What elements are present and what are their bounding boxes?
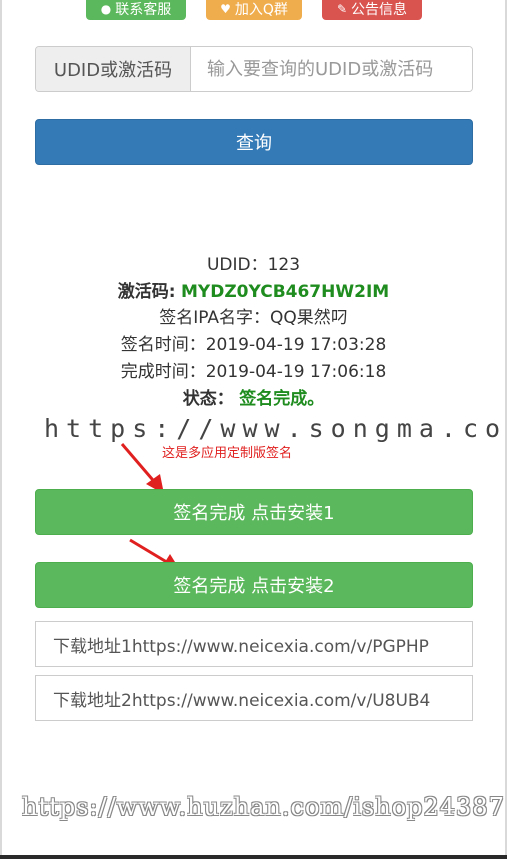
contact-service-label: 联系客服	[115, 2, 172, 18]
contact-service-button[interactable]: ● 联系客服	[86, 0, 186, 20]
status-line: 状态： 签名完成。	[0, 384, 507, 409]
udid-query-input[interactable]	[191, 47, 472, 91]
ipa-name-label: 签名IPA名字：	[159, 308, 271, 328]
annotation-note: 这是多应用定制版签名	[162, 446, 293, 461]
notice-label: 公告信息	[351, 2, 408, 18]
query-button[interactable]: 查询	[35, 119, 473, 165]
status-value: 签名完成。	[239, 389, 325, 409]
ipa-name-value: QQ果然叼	[270, 308, 348, 328]
watermark-bottom: https://www.huzhan.com/ishop24387	[22, 793, 505, 821]
udid-label: UDID：	[206, 255, 268, 275]
watermark-top: https://www.songma.com	[44, 414, 507, 443]
heart-icon: ♥	[220, 2, 231, 16]
done-time-label: 完成时间：	[120, 362, 206, 382]
install-button-2[interactable]: 签名完成 点击安装2	[35, 562, 473, 608]
udid-value: 123	[267, 255, 301, 275]
status-label: 状态：	[182, 389, 234, 409]
activation-code-value: MYDZ0YCB467HW2IM	[181, 282, 390, 302]
sign-time-line: 签名时间：2019-04-19 17:03:28	[0, 330, 507, 355]
udid-line: UDID：123	[0, 250, 507, 275]
user-icon: ●	[100, 2, 112, 16]
sign-time-value: 2019-04-19 17:03:28	[205, 335, 387, 355]
sign-time-label: 签名时间：	[120, 335, 206, 355]
query-input-group: UDID或激活码	[35, 46, 473, 92]
install-button-1[interactable]: 签名完成 点击安装1	[35, 489, 473, 535]
done-time-line: 完成时间：2019-04-19 17:06:18	[0, 357, 507, 382]
top-button-bar: ● 联系客服 ♥ 加入Q群 ✎ 公告信息	[0, 0, 507, 22]
activation-code-label: 激活码:	[117, 282, 176, 302]
done-time-value: 2019-04-19 17:06:18	[205, 362, 387, 382]
bottom-bar	[0, 855, 507, 859]
notice-button[interactable]: ✎ 公告信息	[322, 0, 422, 20]
download-link-2[interactable]: 下载地址2https://www.neicexia.com/v/U8UB4	[35, 675, 473, 721]
edit-icon: ✎	[336, 2, 348, 16]
download-link-1[interactable]: 下载地址1https://www.neicexia.com/v/PGPHP	[35, 621, 473, 667]
join-qq-group-button[interactable]: ♥ 加入Q群	[206, 0, 302, 20]
query-addon-label: UDID或激活码	[36, 47, 191, 91]
activation-code-line: 激活码: MYDZ0YCB467HW2IM	[0, 277, 507, 302]
join-qq-group-label: 加入Q群	[234, 2, 288, 18]
ipa-name-line: 签名IPA名字：QQ果然叼	[0, 303, 507, 328]
